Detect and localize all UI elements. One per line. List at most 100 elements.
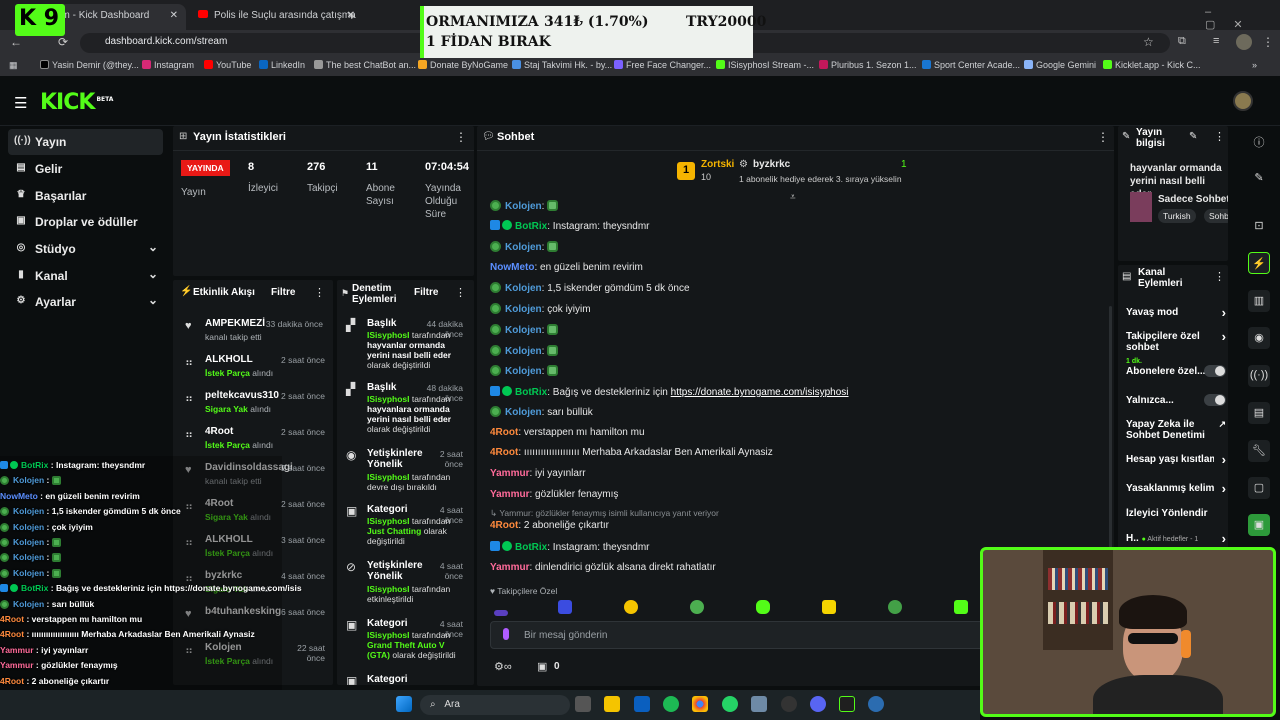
bookmark-kicklet[interactable]: Kicklet.app - Kick C...	[1103, 60, 1201, 70]
chat-message[interactable]: Kolojen:	[490, 365, 562, 377]
toggle-switch[interactable]	[1204, 394, 1226, 406]
channel-actions-menu-icon[interactable]: ⋮	[1214, 270, 1225, 283]
chat-message[interactable]: Kolojen:	[490, 200, 562, 212]
tab-youtube-video[interactable]: Polis ile Suçlu arasında çatışma ✕	[188, 4, 363, 30]
kick-logo[interactable]: KICK BETA	[40, 90, 113, 115]
tag-chip[interactable]: Turkish	[1158, 209, 1196, 223]
window-controls[interactable]: –▢✕	[1205, 6, 1280, 31]
bookmark-staj[interactable]: Staj Takvimi Hk. - by...	[512, 60, 612, 70]
moderation-entry[interactable]: ◉ Yetişkinlere Yönelik 2 saat önce ISisypho…	[337, 446, 474, 506]
discord-icon[interactable]	[810, 696, 826, 712]
chat-message[interactable]: BotRix: Bağış ve destekleriniz için http…	[490, 386, 849, 398]
chat-username[interactable]: BotRix	[515, 542, 547, 553]
bookmark-sport-center[interactable]: Sport Center Acade...	[922, 60, 1020, 70]
bookmark-pluribus[interactable]: Pluribus 1. Sezon 1...	[819, 60, 917, 70]
bookmark-star-icon[interactable]: ☆	[1143, 35, 1154, 49]
chat-message[interactable]: Kolojen: sarı büllük	[490, 406, 593, 418]
bookmark-linkedin[interactable]: LinkedIn	[259, 60, 305, 70]
sidebar-item-droplar[interactable]: ▣ Droplar ve ödüller	[8, 209, 163, 235]
moderation-entry[interactable]: ▞ Başlık 48 dakika önce ISisyphosI tarafınd…	[337, 380, 474, 440]
expand-icon[interactable]: ⩡	[790, 192, 796, 203]
sidebar-item-kanal[interactable]: ▮ Kanal ⌄	[8, 263, 163, 289]
chat-username[interactable]: Kolojen	[505, 242, 542, 253]
chat-message[interactable]: 4Root: ıııııııııııııııııııı Merhaba Arka…	[490, 447, 773, 458]
chat-input[interactable]: Bir mesaj gönderin	[490, 621, 990, 649]
chat-username[interactable]: Kolojen	[505, 304, 542, 315]
emote-icon[interactable]	[822, 600, 836, 614]
emote-icon[interactable]	[756, 600, 770, 614]
mod-view-icon[interactable]: ▢	[1248, 477, 1270, 499]
bookmark-face-changer[interactable]: Free Face Changer...	[614, 60, 711, 70]
chat-message[interactable]: Yammur: gözlükler fenaymış	[490, 489, 618, 500]
profile-avatar[interactable]	[1236, 34, 1252, 50]
windows-start-icon[interactable]	[396, 696, 412, 712]
task-view-icon[interactable]	[575, 696, 591, 712]
moderation-filter-button[interactable]: Filtre	[414, 287, 438, 298]
activity-filter-button[interactable]: Filtre	[271, 287, 295, 298]
emote-icon[interactable]	[624, 600, 638, 614]
chat-username[interactable]: 4Root	[490, 520, 518, 531]
new-tab-button[interactable]: +	[348, 8, 356, 23]
hamburger-menu-icon[interactable]: ☰	[14, 94, 27, 112]
activity-event[interactable]: ⠶ ALKHOLL 2 saat önce İstek Parça alındı	[173, 352, 333, 386]
chat-username[interactable]: NowMeto	[490, 262, 534, 273]
channel-action-item[interactable]: H.. ● Aktif hedefler - 1 ›	[1126, 532, 1226, 545]
microphone-icon[interactable]	[503, 628, 509, 640]
channel-action-item[interactable]: Takipçilere özel sohbet 1 dk. ›	[1126, 330, 1226, 367]
chat-message[interactable]: Yammur: iyi yayınlarr	[490, 468, 586, 479]
back-icon[interactable]: ←	[10, 35, 22, 49]
sidebar-item-yayin[interactable]: ((·)) Yayın	[8, 129, 163, 155]
chat-message[interactable]: Kolojen:	[490, 324, 562, 336]
raid-icon[interactable]: ⚡	[1248, 252, 1270, 274]
emote-icon[interactable]	[690, 600, 704, 614]
channel-action-item[interactable]: İzleyici Yönlendir	[1126, 508, 1226, 522]
moderation-entry[interactable]: ▞ Başlık 44 dakika önce ISisyphosI tarafınd…	[337, 316, 474, 376]
steam-icon[interactable]	[868, 696, 884, 712]
donation-link[interactable]: https://donate.bynogame.com/isisyphosi	[671, 387, 849, 398]
chat-username[interactable]: Kolojen	[505, 325, 542, 336]
bookmark-bynogame[interactable]: Donate ByNoGame	[418, 60, 508, 70]
channel-action-item[interactable]: Yapay Zeka ile Sohbet Denetimi ↗	[1126, 419, 1226, 444]
chat-username[interactable]: Yammur	[490, 489, 529, 500]
edit-icon[interactable]: ✎	[1189, 131, 1197, 142]
chat-username[interactable]: Kolojen	[505, 346, 542, 357]
channel-action-item[interactable]: Yasaklanmış kelime ›	[1126, 482, 1226, 497]
close-icon[interactable]: ✕	[170, 10, 178, 21]
sidebar-item-studyo[interactable]: ◎ Stüdyo ⌄	[8, 236, 163, 262]
chat-message[interactable]: Kolojen: 1,5 iskender gömdüm 5 dk önce	[490, 282, 690, 294]
emote-icon[interactable]	[954, 600, 968, 614]
screen-icon[interactable]: ⊡	[1248, 215, 1270, 237]
activity-event[interactable]: ⠶ 4Root 2 saat önce İstek Parça alındı	[173, 424, 333, 458]
spotify-icon[interactable]	[663, 696, 679, 712]
emote-icon[interactable]	[558, 600, 572, 614]
obs-icon[interactable]	[781, 696, 797, 712]
chat-message[interactable]: NowMeto: en güzeli benim revirim	[490, 262, 643, 273]
chat-username[interactable]: Kolojen	[505, 201, 542, 212]
sidebar-item-basarilar[interactable]: ♛ Başarılar	[8, 183, 163, 209]
moderation-entry[interactable]: ▣ Kategori 4 saat önce ISisyphosI tarafında…	[337, 616, 474, 676]
kick-app-icon[interactable]: ▣	[1248, 514, 1270, 536]
tools-icon[interactable]: 🔧︎	[1248, 440, 1270, 462]
clip-icon[interactable]: ▥	[1248, 290, 1270, 312]
chat-message[interactable]: 4Root: verstappen mı hamilton mu	[490, 427, 645, 438]
emote-icon[interactable]	[888, 600, 902, 614]
chrome-icon[interactable]	[692, 696, 708, 712]
extensions-icon[interactable]: ⧉	[1178, 35, 1186, 48]
chat-username[interactable]: Kolojen	[505, 283, 542, 294]
moderation-menu-icon[interactable]: ⋮	[455, 286, 466, 299]
top-gifter-name[interactable]: Zortski	[701, 159, 734, 170]
file-explorer-icon[interactable]	[604, 696, 620, 712]
info-circle-icon[interactable]: ⓘ	[1248, 130, 1270, 152]
category-name[interactable]: Sadece Sohbet	[1158, 194, 1228, 205]
channel-action-item[interactable]: Hesap yaşı kısıtlam ›	[1126, 453, 1226, 468]
pencil-icon[interactable]: ✎	[1248, 167, 1270, 189]
taskbar-search[interactable]: ⌕ Ara	[420, 695, 570, 715]
stats-menu-icon[interactable]: ⋮	[455, 130, 467, 144]
tab-kick-dashboard[interactable]: am - Kick Dashboard ✕	[46, 4, 186, 30]
chat-message[interactable]: BotRix: Instagram: theysndmr	[490, 220, 650, 232]
chat-username[interactable]: Yammur	[490, 562, 529, 573]
sidebar-item-gelir[interactable]: ▤ Gelir	[8, 156, 163, 182]
channel-action-item[interactable]: Abonelere özel...	[1126, 365, 1226, 380]
moderation-entry[interactable]: ▣ Kategori 4 saat önce ISisyphosI tarafında…	[337, 502, 474, 562]
gifter-name[interactable]: byzkrkc	[753, 159, 790, 170]
